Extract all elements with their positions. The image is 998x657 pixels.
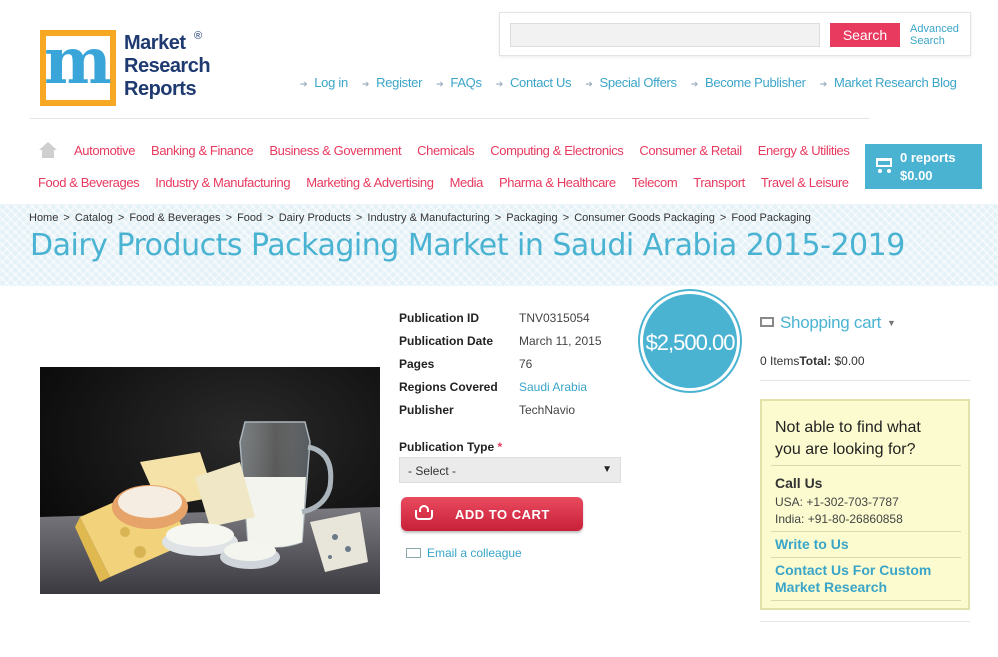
- category-industry-manufacturing[interactable]: Industry & Manufacturing: [155, 175, 290, 190]
- product-image: [40, 367, 380, 594]
- price-badge: $2,500.00: [640, 291, 740, 391]
- breadcrumb-home[interactable]: Home: [29, 212, 58, 224]
- category-consumer-retail[interactable]: Consumer & Retail: [639, 143, 742, 158]
- category-transport[interactable]: Transport: [693, 175, 745, 190]
- arrow-icon: ➔: [361, 79, 370, 89]
- nav-faqs[interactable]: ➔ FAQs: [436, 75, 482, 90]
- nav-blog[interactable]: ➔ Market Research Blog: [820, 75, 957, 90]
- publisher-value: TechNavio: [519, 403, 576, 417]
- write-to-us-link[interactable]: Write to Us: [775, 536, 849, 553]
- category-nav-row-1: Automotive Banking & Finance Business & …: [74, 143, 865, 158]
- breadcrumb-industry-manufacturing[interactable]: Industry & Manufacturing: [367, 212, 489, 224]
- arrow-icon: ➔: [300, 79, 308, 89]
- nav-become-publisher[interactable]: ➔ Become Publisher: [691, 75, 806, 90]
- site-logo[interactable]: m Market Research Reports ®: [40, 24, 220, 110]
- category-business-government[interactable]: Business & Government: [269, 143, 401, 158]
- category-automotive[interactable]: Automotive: [74, 143, 135, 158]
- breadcrumb: Home > Catalog > Food & Beverages > Food…: [29, 212, 811, 224]
- detail-row-publication-date: Publication Date March 11, 2015: [399, 334, 602, 357]
- page-title: Dairy Products Packaging Market in Saudi…: [30, 228, 905, 263]
- publication-type-select[interactable]: - Select - ▼: [399, 457, 621, 483]
- cart-widget[interactable]: 0 reports $0.00: [865, 144, 982, 189]
- cart-icon: [760, 317, 774, 327]
- logo-text: Market Research Reports: [124, 32, 211, 100]
- publication-type-label: Publication Type *: [399, 440, 503, 454]
- sidebar-divider: [760, 380, 970, 381]
- nav-contact-us[interactable]: ➔ Contact Us: [496, 75, 572, 90]
- detail-row-pages: Pages 76: [399, 357, 602, 380]
- cart-summary: 0 ItemsTotal: $0.00: [760, 354, 865, 368]
- breadcrumb-food-packaging[interactable]: Food Packaging: [731, 212, 811, 224]
- detail-row-regions: Regions Covered Saudi Arabia: [399, 380, 602, 403]
- top-nav: ➔ Log in ➔ Register ➔ FAQs ➔ Contact Us ➔ Spe…: [300, 75, 971, 90]
- registered-mark: ®: [194, 30, 203, 42]
- cart-icon: [872, 154, 896, 174]
- search-input[interactable]: [510, 23, 820, 47]
- detail-row-publisher: Publisher TechNavio: [399, 403, 602, 426]
- category-telecom[interactable]: Telecom: [632, 175, 678, 190]
- arrow-icon: ➔: [690, 79, 699, 89]
- cart-total: $0.00: [900, 168, 933, 183]
- search-bar: Search Advanced Search: [499, 12, 971, 56]
- pages-value: 76: [519, 357, 533, 371]
- nav-register[interactable]: ➔ Register: [361, 75, 423, 90]
- breadcrumb-packaging[interactable]: Packaging: [506, 212, 557, 224]
- breadcrumb-catalog[interactable]: Catalog: [75, 212, 113, 224]
- email-colleague-link[interactable]: Email a colleague: [406, 546, 522, 560]
- nav-special-offers[interactable]: ➔ Special Offers: [585, 75, 677, 90]
- add-to-cart-button[interactable]: ADD TO CART: [401, 497, 583, 531]
- publication-id-value: TNV0315054: [519, 311, 590, 325]
- cart-count: 0 reports: [900, 150, 956, 165]
- header-divider: [30, 118, 870, 119]
- help-question: Not able to find what you are looking fo…: [775, 419, 921, 458]
- category-marketing-advertising[interactable]: Marketing & Advertising: [306, 175, 434, 190]
- nav-log-in[interactable]: ➔ Log in: [300, 75, 348, 90]
- title-band: Home > Catalog > Food & Beverages > Food…: [0, 204, 998, 286]
- category-energy-utilities[interactable]: Energy & Utilities: [758, 143, 850, 158]
- advanced-search-link[interactable]: Advanced Search: [910, 23, 959, 47]
- category-chemicals[interactable]: Chemicals: [417, 143, 474, 158]
- product-details: Publication ID TNV0315054 Publication Da…: [399, 311, 602, 426]
- home-icon[interactable]: [39, 142, 57, 158]
- chevron-down-icon: ▼: [887, 318, 896, 328]
- help-box: Not able to find what you are looking fo…: [760, 399, 970, 610]
- envelope-icon: [406, 548, 421, 558]
- category-nav-row-2: Food & Beverages Industry & Manufacturin…: [38, 175, 865, 190]
- price-value: $2,500.00: [645, 330, 736, 355]
- category-pharma-healthcare[interactable]: Pharma & Healthcare: [499, 175, 616, 190]
- chevron-down-icon: ▼: [602, 464, 612, 475]
- arrow-icon: ➔: [436, 79, 444, 89]
- category-banking-finance[interactable]: Banking & Finance: [151, 143, 254, 158]
- basket-icon: [413, 505, 435, 521]
- breadcrumb-food-beverages[interactable]: Food & Beverages: [129, 212, 220, 224]
- detail-row-publication-id: Publication ID TNV0315054: [399, 311, 602, 334]
- category-travel-leisure[interactable]: Travel & Leisure: [761, 175, 849, 190]
- custom-research-link[interactable]: Contact Us For Custom Market Research: [775, 562, 931, 596]
- arrow-icon: ➔: [585, 79, 593, 89]
- logo-mark-icon: m: [40, 24, 116, 106]
- india-phone: India: +91-80-26860858: [775, 512, 903, 526]
- category-computing-electronics[interactable]: Computing & Electronics: [490, 143, 624, 158]
- arrow-icon: ➔: [495, 79, 504, 89]
- region-link[interactable]: Saudi Arabia: [519, 380, 587, 403]
- call-us-heading: Call Us: [775, 475, 823, 491]
- category-media[interactable]: Media: [450, 175, 484, 190]
- shopping-cart-header[interactable]: Shopping cart ▼: [760, 313, 896, 333]
- category-food-beverages[interactable]: Food & Beverages: [38, 175, 140, 190]
- usa-phone: USA: +1-302-703-7787: [775, 495, 899, 509]
- breadcrumb-consumer-goods-packaging[interactable]: Consumer Goods Packaging: [574, 212, 715, 224]
- sidebar-bottom-divider: [760, 621, 970, 622]
- arrow-icon: ➔: [819, 79, 828, 89]
- breadcrumb-food[interactable]: Food: [237, 212, 262, 224]
- publication-date-value: March 11, 2015: [519, 334, 602, 348]
- search-button[interactable]: Search: [830, 23, 900, 47]
- breadcrumb-dairy-products[interactable]: Dairy Products: [279, 212, 351, 224]
